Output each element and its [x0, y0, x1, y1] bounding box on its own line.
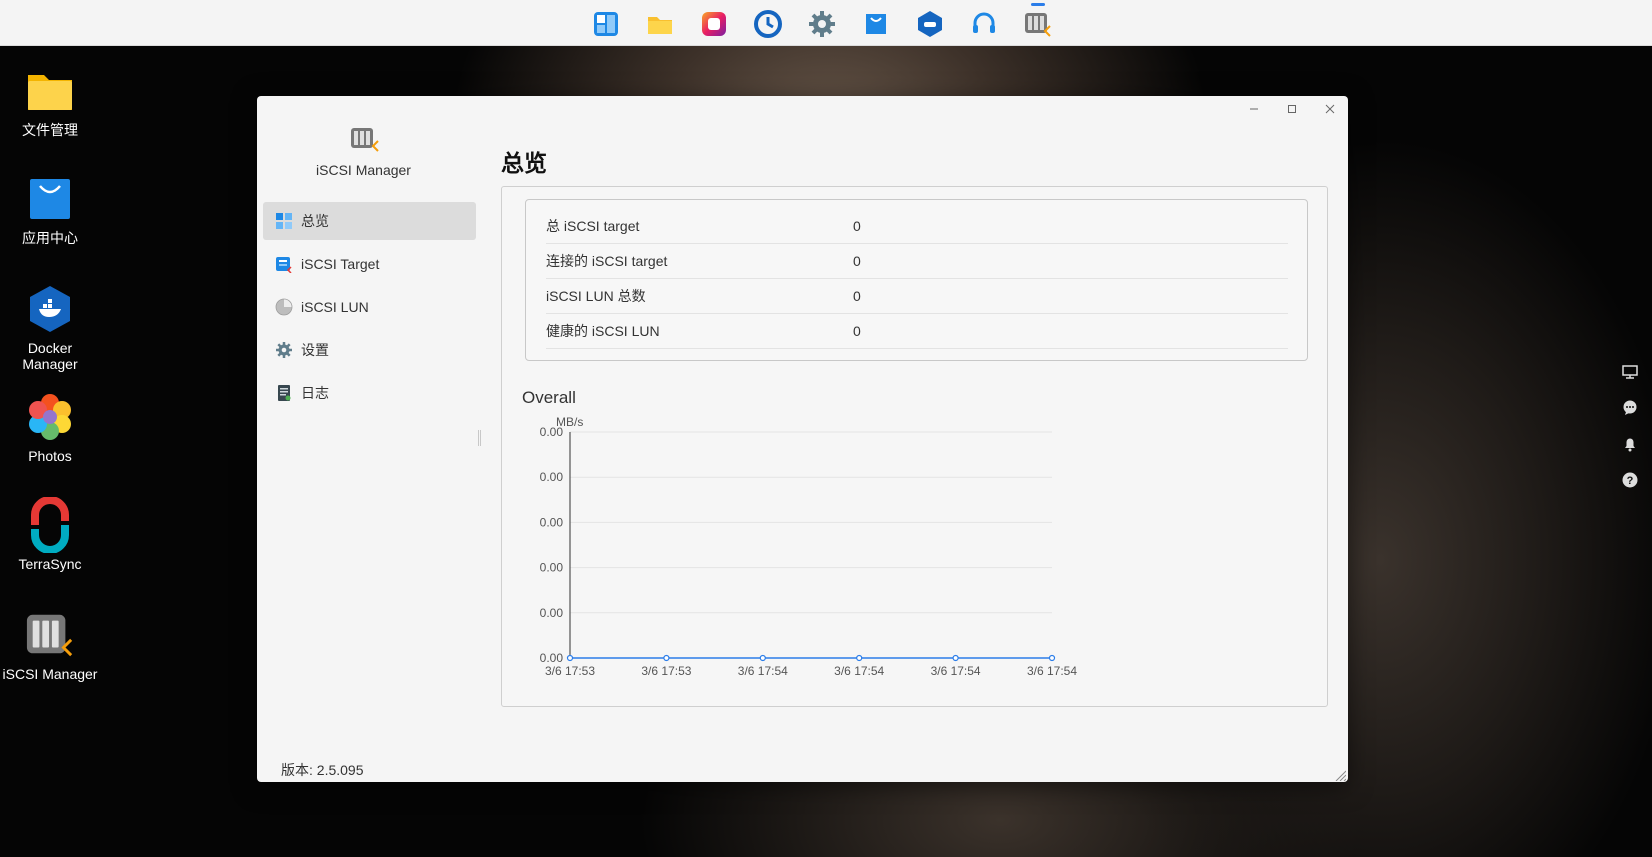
app-name: iSCSI Manager	[316, 162, 411, 178]
sidebar-item-settings[interactable]: 设置	[263, 331, 476, 369]
x-tick-label: 3/6 17:54	[834, 664, 884, 678]
sidebar-item-label: 总览	[301, 213, 329, 229]
bell-icon[interactable]	[1622, 436, 1638, 452]
data-point	[1048, 654, 1056, 662]
data-point	[566, 654, 574, 662]
sidebar: iSCSI Manager 总览 iSCSI Target iSCSI LUN	[257, 96, 479, 782]
support-headset-icon[interactable]	[968, 9, 1000, 39]
folder-icon	[25, 66, 75, 116]
desktop-terrasync-label: TerraSync	[18, 556, 82, 572]
iscsi-manager-window: iSCSI Manager 总览 iSCSI Target iSCSI LUN	[257, 96, 1348, 782]
y-tick-label: 0.00	[540, 425, 564, 439]
flower-icon	[25, 392, 75, 442]
stat-label: iSCSI LUN 总数	[546, 288, 646, 304]
sidebar-item-label: 日志	[301, 385, 329, 401]
desktop-docker-manager-label-line1: Docker	[27, 340, 73, 356]
x-tick-label: 3/6 17:53	[545, 664, 595, 678]
version-label: 版本: 2.5.095	[281, 762, 364, 778]
x-tick-label: 3/6 17:54	[1027, 664, 1077, 678]
log-icon	[275, 384, 293, 402]
y-tick-label: 0.00	[540, 606, 564, 620]
stat-row: 总 iSCSI target 0	[546, 209, 1288, 244]
svg-text:?: ?	[1627, 475, 1634, 487]
stat-value: 0	[853, 288, 861, 304]
data-point	[952, 654, 959, 662]
dock-items	[590, 3, 1054, 39]
overview-panel: 总 iSCSI target 0 连接的 iSCSI target 0 iSCS…	[501, 186, 1328, 707]
tile-launcher-icon[interactable]	[590, 9, 622, 39]
stat-row: 健康的 iSCSI LUN 0	[546, 314, 1288, 349]
sidebar-item-label: iSCSI Target	[301, 256, 380, 272]
desktop-file-manager-label: 文件管理	[22, 122, 78, 138]
overall-line-chart: MB/s0.000.000.000.000.000.003/6 17:53 3/6…	[540, 415, 1078, 678]
stat-value: 0	[853, 253, 861, 269]
y-tick-label: 0.00	[540, 515, 564, 529]
stat-label: 连接的 iSCSI target	[546, 253, 668, 269]
desktop-docker-manager[interactable]: Docker Manager	[0, 284, 100, 372]
chat-icon[interactable]	[1622, 400, 1638, 416]
desktop-docker-manager-label-line2: Manager	[22, 356, 78, 372]
gear-icon[interactable]	[806, 9, 838, 39]
stat-label: 总 iSCSI target	[546, 218, 640, 234]
minimize-button[interactable]	[1246, 102, 1262, 118]
help-icon[interactable]: ?	[1622, 472, 1638, 488]
window-resize-grip[interactable]	[1334, 768, 1347, 782]
data-point	[759, 654, 766, 662]
stat-row: 连接的 iSCSI target 0	[546, 244, 1288, 279]
docker-icon[interactable]	[914, 9, 946, 39]
desktop-app-center[interactable]: 应用中心	[0, 174, 100, 246]
iscsi-icon	[25, 610, 75, 660]
data-point	[663, 654, 670, 662]
stat-label: 健康的 iSCSI LUN	[546, 323, 660, 339]
y-tick-label: 0.00	[540, 651, 564, 665]
app-center-icon[interactable]	[860, 9, 892, 39]
iscsi-manager-logo-icon	[350, 126, 380, 154]
desktop-iscsi-manager[interactable]: iSCSI Manager	[0, 610, 100, 682]
sync-icon	[25, 497, 75, 553]
desktop-photos[interactable]: Photos	[0, 392, 100, 464]
y-tick-label: 0.00	[540, 470, 564, 484]
stat-value: 0	[853, 218, 861, 234]
desktop-photos-label: Photos	[28, 448, 72, 464]
desktop-iscsi-manager-label: iSCSI Manager	[2, 666, 98, 682]
chart-title: Overall	[522, 388, 576, 407]
sidebar-nav: 总览 iSCSI Target iSCSI LUN 设置 日志	[263, 202, 476, 417]
target-icon	[275, 255, 293, 273]
y-tick-label: 0.00	[540, 561, 564, 575]
data-point	[856, 654, 863, 662]
backup-clock-icon[interactable]	[752, 9, 784, 39]
window-controls	[1246, 102, 1338, 118]
sidebar-item-overview[interactable]: 总览	[263, 202, 476, 240]
overview-grid-icon	[275, 212, 293, 230]
sidebar-resize-handle[interactable]	[478, 430, 481, 446]
sidebar-item-iscsi-target[interactable]: iSCSI Target	[263, 245, 476, 283]
sidebar-item-label: 设置	[301, 342, 329, 358]
docker-icon	[25, 284, 75, 334]
top-dock	[0, 0, 1652, 46]
close-button[interactable]	[1322, 102, 1338, 118]
lun-disk-icon	[275, 298, 293, 316]
desktop-terrasync[interactable]: TerraSync	[0, 497, 100, 572]
page-title: 总览	[501, 150, 547, 176]
shopping-bag-icon	[25, 174, 75, 224]
stat-value: 0	[853, 323, 861, 339]
x-tick-label: 3/6 17:53	[641, 664, 691, 678]
x-tick-label: 3/6 17:54	[931, 664, 981, 678]
photos-app-icon[interactable]	[698, 9, 730, 39]
sidebar-item-label: iSCSI LUN	[301, 299, 369, 315]
stats-card: 总 iSCSI target 0 连接的 iSCSI target 0 iSCS…	[525, 199, 1308, 361]
maximize-button[interactable]	[1284, 102, 1300, 118]
desktop-app-center-label: 应用中心	[22, 230, 78, 246]
iscsi-manager-icon[interactable]	[1022, 3, 1054, 39]
stat-row: iSCSI LUN 总数 0	[546, 279, 1288, 314]
sidebar-item-iscsi-lun[interactable]: iSCSI LUN	[263, 288, 476, 326]
monitor-icon[interactable]	[1622, 364, 1638, 380]
gear-icon	[275, 341, 293, 359]
sidebar-item-log[interactable]: 日志	[263, 374, 476, 412]
desktop-file-manager[interactable]: 文件管理	[0, 66, 100, 138]
folder-icon[interactable]	[644, 9, 676, 39]
x-tick-label: 3/6 17:54	[738, 664, 788, 678]
